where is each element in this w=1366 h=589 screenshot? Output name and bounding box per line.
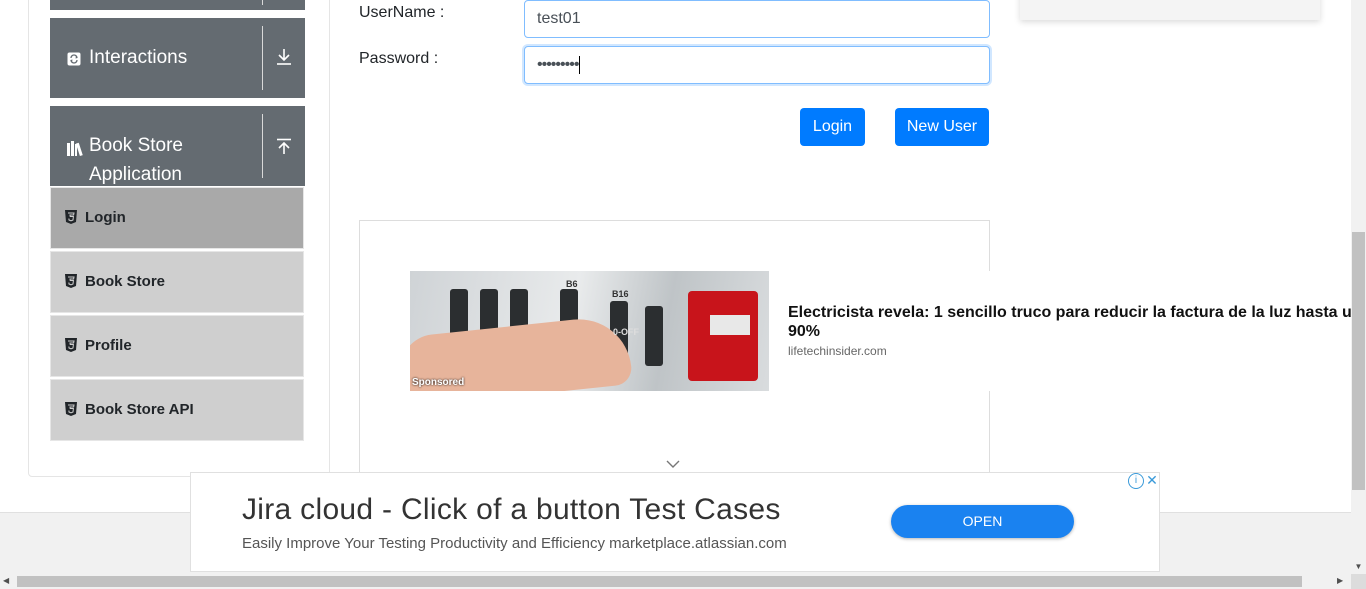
ad-headline[interactable]: Electricista revela: 1 sencillo truco pa…: [788, 303, 1366, 323]
scroll-down-arrow-icon[interactable]: ▼: [1351, 560, 1366, 574]
sidebar-item-login[interactable]: Login: [50, 187, 304, 249]
sidebar-item-label: Book Store API: [85, 401, 194, 418]
sidebar-group-label-line2: Application: [89, 164, 182, 185]
username-label: UserName :: [359, 4, 445, 21]
ad-image[interactable]: B6 B16 0-OFF: [410, 271, 769, 391]
scroll-left-arrow-icon[interactable]: ◀: [3, 576, 9, 585]
sidebar-item-book-store[interactable]: Book Store: [50, 251, 304, 313]
arrow-down-icon[interactable]: [276, 48, 292, 71]
top-right-ad-panel: [1020, 0, 1320, 20]
red-breaker-window: [710, 315, 750, 335]
sidebar-group-previous[interactable]: [50, 0, 305, 10]
vertical-scrollbar-thumb[interactable]: [1352, 232, 1365, 490]
sidebar-group-label: Interactions: [89, 47, 188, 68]
ad-domain[interactable]: lifetechinsider.com: [788, 344, 887, 358]
info-icon[interactable]: i: [1128, 473, 1144, 489]
divider: [262, 114, 263, 178]
refresh-icon: [67, 52, 83, 68]
password-input[interactable]: •••••••••: [524, 46, 990, 84]
username-value: test01: [537, 10, 581, 27]
sidebar-group-interactions[interactable]: Interactions: [50, 18, 305, 98]
sidebar-item-label: Book Store: [85, 273, 166, 290]
sponsored-label: Sponsored: [412, 377, 465, 388]
breaker-switch: [645, 306, 663, 366]
books-icon: [67, 140, 83, 157]
sidebar-item-label: Profile: [85, 337, 132, 354]
html5-icon: [65, 210, 77, 224]
divider: [262, 26, 263, 90]
banner-subtitle[interactable]: Easily Improve Your Testing Productivity…: [242, 535, 787, 552]
sidebar-group-book-store-application[interactable]: Book Store Application: [50, 106, 305, 186]
html5-icon: [65, 274, 77, 288]
banner-open-button[interactable]: OPEN: [891, 505, 1074, 538]
scrollbar-corner: [1351, 574, 1366, 589]
html5-icon: [65, 402, 77, 416]
image-label: B16: [612, 289, 629, 299]
divider: [262, 0, 263, 5]
sidebar-item-label: Login: [85, 209, 126, 226]
sidebar-group-label-line1: Book Store: [89, 135, 183, 156]
password-value: •••••••••: [537, 56, 579, 73]
username-input[interactable]: test01: [524, 0, 990, 38]
sidebar-item-profile[interactable]: Profile: [50, 315, 304, 377]
sidebar-item-book-store-api[interactable]: Book Store API: [50, 379, 304, 441]
html5-icon: [65, 338, 77, 352]
text-caret: [579, 55, 581, 74]
ad-headline-line2[interactable]: 90%: [788, 323, 820, 341]
image-label: 0-OFF: [613, 327, 639, 337]
banner-title[interactable]: Jira cloud - Click of a button Test Case…: [242, 493, 781, 527]
image-label: B6: [566, 279, 578, 289]
password-label: Password :: [359, 50, 439, 67]
chevron-down-icon[interactable]: [666, 456, 680, 472]
scroll-right-arrow-icon[interactable]: ▶: [1337, 576, 1343, 585]
horizontal-scrollbar-thumb[interactable]: [17, 576, 1302, 587]
login-button[interactable]: Login: [800, 108, 865, 146]
new-user-button[interactable]: New User: [895, 108, 989, 146]
close-icon[interactable]: ✕: [1145, 473, 1159, 487]
arrow-up-icon[interactable]: [276, 138, 292, 161]
red-breaker: [688, 291, 758, 381]
